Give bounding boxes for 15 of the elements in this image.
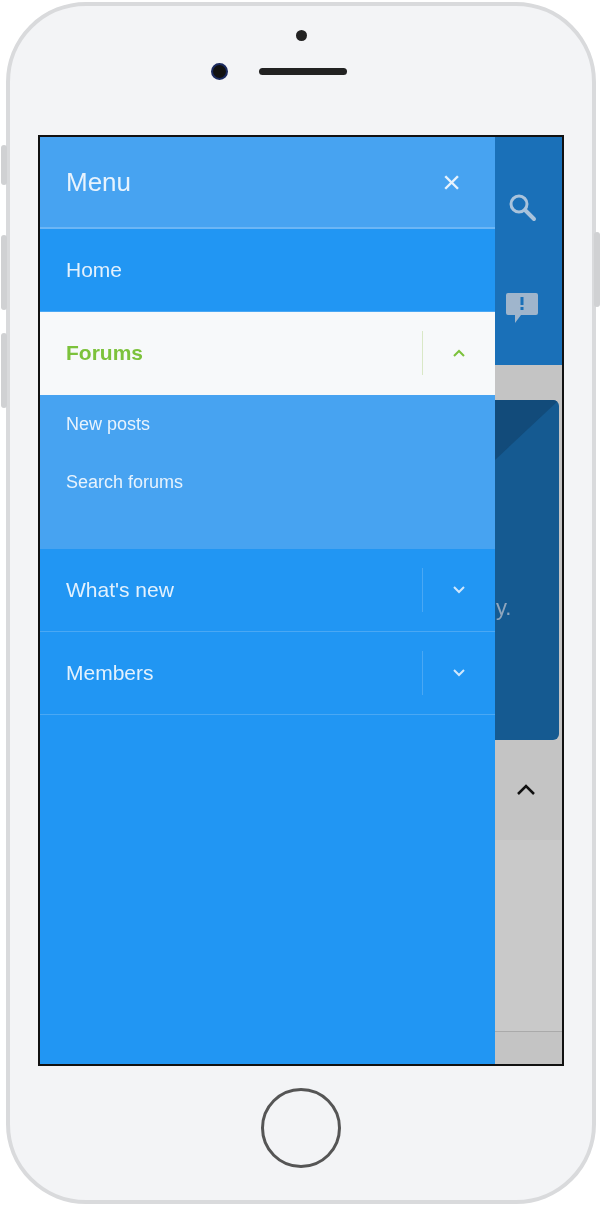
caret-down-icon [453,586,465,594]
menu-link[interactable]: What's new [40,574,422,606]
close-button[interactable]: × [434,166,469,198]
menu-link[interactable]: Forums [40,337,422,369]
caret-down-icon [453,669,465,677]
card-text: y. [496,594,513,622]
menu-link[interactable]: Members [40,657,422,689]
caret-up-icon[interactable] [515,784,536,796]
submenu-link[interactable]: Search forums [40,468,184,497]
menu-link[interactable]: Home [40,254,495,286]
caret-up-icon [453,349,465,357]
submenu-link[interactable]: New posts [40,410,151,439]
menu-title: Menu [66,165,132,199]
card-corner [495,400,559,460]
alert-bubble-icon[interactable] [504,292,539,324]
